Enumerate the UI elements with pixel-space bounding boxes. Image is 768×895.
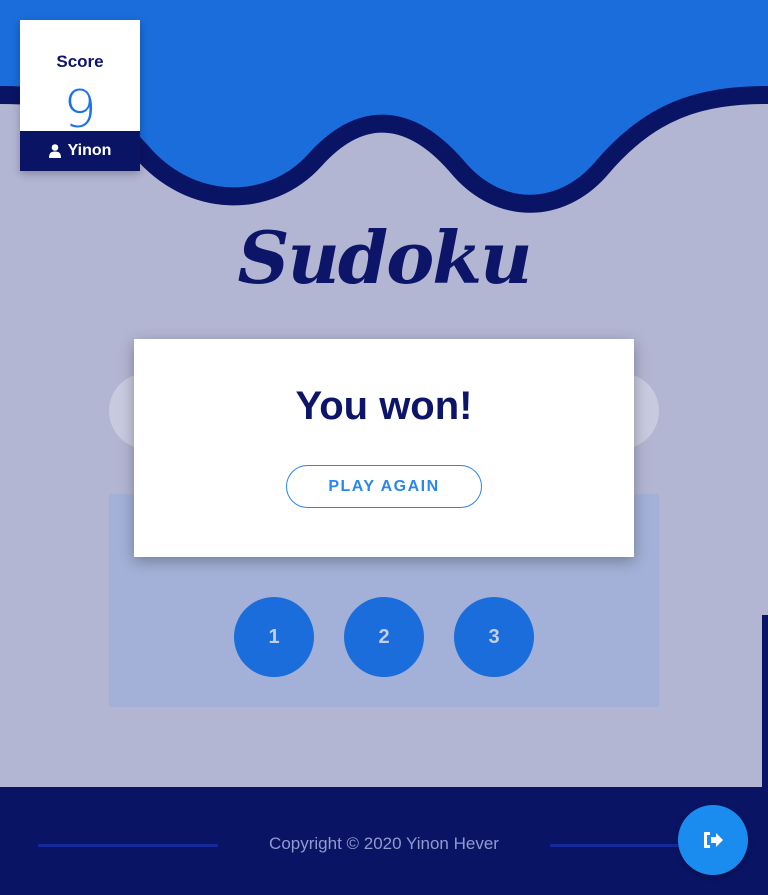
user-name: Yinon <box>67 142 112 159</box>
score-card: Score 9 Yinon <box>20 20 140 171</box>
number-button-3[interactable]: 3 <box>454 597 534 677</box>
number-button-2[interactable]: 2 <box>344 597 424 677</box>
score-value: 9 <box>63 80 97 140</box>
copyright-text: Copyright © 2020 Yinon Hever <box>269 834 499 853</box>
page-title: Sudoku <box>237 215 533 300</box>
user-icon <box>48 144 61 158</box>
win-message: You won! <box>295 384 473 428</box>
user-bar: Yinon <box>20 131 140 171</box>
win-modal <box>134 339 634 557</box>
score-label: Score <box>56 52 104 71</box>
number-button-1[interactable]: 1 <box>234 597 314 677</box>
sign-out-icon <box>704 832 723 848</box>
scrollbar[interactable] <box>762 615 768 895</box>
logout-button[interactable] <box>678 805 748 875</box>
play-again-button[interactable]: PLAY AGAIN <box>286 465 482 508</box>
